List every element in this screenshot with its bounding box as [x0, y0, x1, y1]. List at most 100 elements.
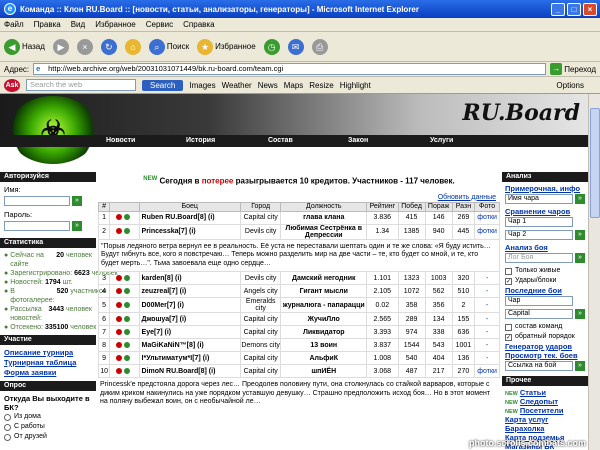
- char-battles-input[interactable]: Чар: [505, 296, 573, 306]
- view-go-button[interactable]: »: [575, 361, 585, 371]
- fighter-photo-link[interactable]: -: [474, 297, 500, 314]
- search-button[interactable]: ⌕ Поиск: [148, 38, 189, 55]
- char2-input[interactable]: Чар 2: [505, 230, 573, 240]
- menu-view[interactable]: Вид: [71, 20, 85, 29]
- refresh-button[interactable]: ↻: [100, 38, 117, 55]
- go-button[interactable]: → Переход: [550, 63, 596, 75]
- fighter-photo-link[interactable]: -: [474, 312, 500, 327]
- fighter-name[interactable]: MaGiKaNiN™[8] (i): [138, 338, 241, 353]
- compare-chars-link[interactable]: Сравнение чаров: [505, 207, 597, 216]
- battles-go-button[interactable]: »: [575, 309, 585, 319]
- application-form-link[interactable]: Форма заявки: [4, 368, 92, 378]
- fighter-photo-link[interactable]: -: [474, 325, 500, 340]
- row-number: 1: [97, 210, 111, 225]
- compare-go-button[interactable]: »: [575, 230, 585, 240]
- menu-file[interactable]: Файл: [4, 20, 24, 29]
- stop-button[interactable]: ×: [76, 38, 93, 55]
- password-go-button[interactable]: »: [72, 221, 82, 231]
- login-name-input[interactable]: [4, 196, 70, 206]
- nav-team[interactable]: Состав: [268, 137, 293, 144]
- char-name-input[interactable]: Имя чара: [505, 194, 573, 204]
- close-button[interactable]: ×: [583, 2, 597, 16]
- fighter-photo-link[interactable]: -: [474, 271, 500, 286]
- fighter-name[interactable]: I*Ультиматум*I[7] (i): [138, 351, 241, 366]
- print-button[interactable]: ⎙: [311, 38, 328, 55]
- misc-item[interactable]: Барахолка: [505, 424, 597, 433]
- tournament-table-link[interactable]: Турнирная таблица: [4, 358, 92, 368]
- align-icon: [124, 315, 131, 322]
- menu-edit[interactable]: Правка: [34, 20, 61, 29]
- misc-item[interactable]: NEW Статьи: [505, 388, 597, 397]
- battle-log-input[interactable]: Лог Боя: [505, 253, 573, 263]
- fighter-name[interactable]: karden[8] (i): [138, 271, 241, 286]
- nav-history[interactable]: История: [186, 137, 215, 144]
- fighter-photo-link[interactable]: -: [474, 284, 500, 299]
- fighter-name[interactable]: zeuzreal[7] (i): [138, 284, 241, 299]
- maximize-button[interactable]: □: [567, 2, 581, 16]
- login-password-input[interactable]: [4, 221, 70, 231]
- nav-services[interactable]: Услуги: [430, 137, 453, 144]
- fighter-name[interactable]: DimoN RU.Board[8] (i): [138, 364, 241, 379]
- misc-item[interactable]: NEW Следопыт: [505, 397, 597, 406]
- nav-news[interactable]: Новости: [106, 137, 135, 144]
- city-select[interactable]: Capital: [505, 309, 573, 319]
- poll-option-home[interactable]: Из дома: [4, 412, 92, 422]
- battle-link-input[interactable]: Ссылка на бой: [505, 361, 573, 371]
- ask-news[interactable]: News: [258, 81, 278, 90]
- menu-favorites[interactable]: Избранное: [95, 20, 136, 29]
- only-alive-checkbox[interactable]: Только живые: [505, 266, 597, 276]
- ask-weather[interactable]: Weather: [222, 81, 252, 90]
- lottery-link[interactable]: потерее: [202, 177, 234, 186]
- fighter-name[interactable]: Eye[7] (i): [138, 325, 241, 340]
- misc-item[interactable]: NEW Посетители: [505, 406, 597, 415]
- menu-help[interactable]: Справка: [183, 20, 214, 29]
- ask-search-button[interactable]: Search: [142, 79, 184, 91]
- battle-analysis-link[interactable]: Анализ боя: [505, 243, 597, 252]
- nav-law[interactable]: Закон: [348, 137, 368, 144]
- mail-button[interactable]: ✉: [287, 38, 304, 55]
- home-button[interactable]: ⌂: [124, 38, 141, 55]
- login-go-button[interactable]: »: [72, 196, 82, 206]
- reverse-order-checkbox[interactable]: ✓ обратный порядок: [505, 332, 597, 342]
- misc-item[interactable]: Карта услуг: [505, 415, 597, 424]
- last-battles-link[interactable]: Последние бои: [505, 286, 597, 295]
- favorites-button[interactable]: ★ Избранное: [197, 38, 256, 55]
- history-button[interactable]: ◷: [263, 38, 280, 55]
- poll-option-work[interactable]: С работы: [4, 422, 92, 432]
- fighter-name[interactable]: Джошуа[7] (i): [138, 312, 241, 327]
- vertical-scrollbar[interactable]: [588, 94, 600, 450]
- tournament-description-link[interactable]: Описание турнира: [4, 348, 92, 358]
- back-button[interactable]: ◀ Назад: [4, 38, 45, 55]
- fighter-name[interactable]: D00Mer[7] (i): [138, 297, 241, 314]
- ask-maps[interactable]: Maps: [284, 81, 304, 90]
- battle-go-button[interactable]: »: [575, 253, 585, 263]
- fighter-name[interactable]: Ruben RU.Board[8] (i): [138, 210, 241, 225]
- forward-button[interactable]: ▶: [52, 38, 69, 55]
- minimize-button[interactable]: _: [551, 2, 565, 16]
- ask-images[interactable]: Images: [189, 81, 215, 90]
- hits-blocks-checkbox[interactable]: ✓ Удары/блоки: [505, 276, 597, 286]
- fitting-room-link[interactable]: Примерочная, инфо: [505, 184, 597, 193]
- row-icons: [109, 284, 140, 299]
- fighter-name[interactable]: Princesska[7] (i): [138, 223, 241, 240]
- ask-resize[interactable]: Resize: [309, 81, 333, 90]
- char1-input[interactable]: Чар 1: [505, 217, 573, 227]
- fighter-photo-link[interactable]: фотки: [474, 223, 500, 240]
- address-input[interactable]: http://web.archive.org/web/2003103107144…: [33, 63, 547, 75]
- fighter-photo-link[interactable]: -: [474, 351, 500, 366]
- menu-tools[interactable]: Сервис: [146, 20, 173, 29]
- poll-option-friends[interactable]: От друзей: [4, 432, 92, 442]
- ask-search-input[interactable]: Search the web: [26, 79, 136, 91]
- fighter-photo-link[interactable]: фотки: [474, 364, 500, 379]
- view-battles-link[interactable]: Просмотр тек. боев: [505, 351, 597, 360]
- ask-options[interactable]: Options: [556, 81, 584, 90]
- fighter-photo-link[interactable]: -: [474, 338, 500, 353]
- char-go-button[interactable]: »: [575, 194, 585, 204]
- fighter-wins: 1323: [397, 271, 426, 286]
- hit-generator-link[interactable]: Генератор ударов: [505, 342, 597, 351]
- ask-highlight[interactable]: Highlight: [340, 81, 371, 90]
- team-composition-checkbox[interactable]: состав команд: [505, 322, 597, 332]
- fighter-photo-link[interactable]: фотки: [474, 210, 500, 225]
- scrollbar-thumb[interactable]: [590, 108, 600, 218]
- update-data-link[interactable]: Обновить данные: [98, 194, 496, 201]
